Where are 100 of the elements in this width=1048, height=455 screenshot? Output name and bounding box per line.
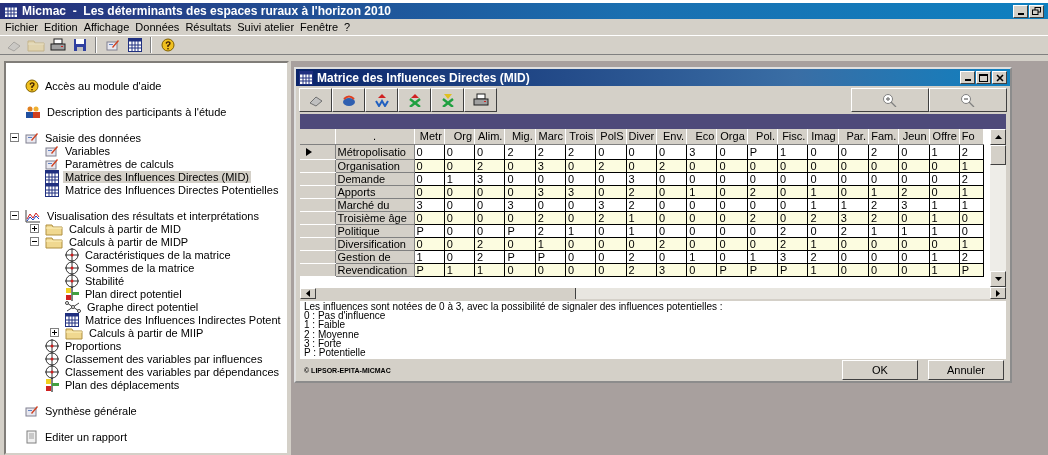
minimize-icon xyxy=(1017,12,1024,15)
tree-item[interactable]: Paramètres de calculs xyxy=(63,157,176,170)
tree-item[interactable]: Stabilité xyxy=(83,274,127,287)
data-sheet-icon xyxy=(105,38,120,52)
tree-item[interactable]: Calculs à partir de MID xyxy=(67,222,183,235)
menu-item[interactable]: Edition xyxy=(41,21,81,33)
plus-icon xyxy=(51,329,58,336)
legend-text: 3 : Forte xyxy=(304,338,342,348)
collapse-box[interactable] xyxy=(30,237,39,246)
printer-tool-button[interactable] xyxy=(48,36,67,54)
plan-icon xyxy=(45,377,59,392)
help-icon xyxy=(25,78,39,93)
arrows-button[interactable] xyxy=(365,88,398,112)
data-sheet-icon xyxy=(45,156,59,171)
column-header: Mig. xyxy=(504,129,536,144)
tree-item[interactable]: Plan direct potentiel xyxy=(83,287,184,300)
restore-button[interactable] xyxy=(1029,4,1044,18)
help-tool-button[interactable] xyxy=(158,36,177,54)
target-icon xyxy=(65,273,79,288)
cross-up-button[interactable] xyxy=(398,88,431,112)
menu-item[interactable]: Suivi atelier xyxy=(234,21,298,33)
document-icon xyxy=(25,429,39,444)
tree-item[interactable]: Editer un rapport xyxy=(43,430,129,443)
scrollbar-thumb[interactable] xyxy=(316,288,576,299)
tree-item[interactable]: Proportions xyxy=(63,339,124,352)
menu-item[interactable]: Fenêtre xyxy=(297,21,341,33)
maximize-button[interactable] xyxy=(976,71,991,84)
folder-icon xyxy=(65,325,83,340)
menu-item[interactable]: Résultats xyxy=(182,21,235,33)
right-arrow-icon xyxy=(996,289,1000,297)
data-sheet-icon xyxy=(25,130,39,145)
table-icon xyxy=(45,182,59,197)
tree-item[interactable]: Calculs à partir de MIDP xyxy=(67,235,191,248)
window-title: Micmac - Les déterminants des espaces ruraux à l'horizon 2010 xyxy=(22,4,391,18)
ok-button[interactable]: OK xyxy=(842,360,918,380)
folder-icon xyxy=(45,234,63,249)
network-icon xyxy=(65,299,81,314)
scroll-up-button[interactable] xyxy=(990,129,1006,145)
scroll-down-button[interactable] xyxy=(990,271,1006,287)
print-button[interactable] xyxy=(464,88,497,112)
tree-item[interactable]: Sommes de la matrice xyxy=(83,261,197,274)
minus-icon xyxy=(11,134,18,141)
scroll-right-button[interactable] xyxy=(990,287,1006,299)
paint-bucket-icon xyxy=(340,93,357,107)
cancel-button[interactable]: Annuler xyxy=(928,360,1004,380)
tree-item[interactable]: Synthèse générale xyxy=(43,404,139,417)
tree-item[interactable]: Calculs à partir de MIIP xyxy=(87,326,206,339)
zoom-in-button[interactable] xyxy=(851,88,929,112)
legend-text: P : Potentielle xyxy=(304,348,367,358)
tree-item[interactable]: Matrice des Influences Indirectes Potent xyxy=(83,313,283,326)
close-button[interactable] xyxy=(992,71,1007,84)
minus-icon xyxy=(31,238,38,245)
down-arrow-icon xyxy=(994,277,1002,281)
table-icon xyxy=(45,169,59,184)
scroll-left-button[interactable] xyxy=(300,288,316,299)
left-arrow-icon xyxy=(306,290,310,297)
eraser-button[interactable] xyxy=(299,88,332,112)
target-icon xyxy=(65,260,79,275)
tree-item[interactable]: Caractéristiques de la matrice xyxy=(83,248,233,261)
tree-item[interactable]: Variables xyxy=(63,144,113,157)
menu-item[interactable]: ? xyxy=(341,21,354,33)
column-header: Fam. xyxy=(868,129,899,144)
tree-item[interactable]: Accès au module d'aide xyxy=(43,79,164,92)
minimize-button[interactable] xyxy=(1013,4,1028,18)
column-header: Par. xyxy=(838,129,869,144)
tree-item[interactable]: Matrice des Influences Directes Potentielles xyxy=(63,183,281,196)
minimize-button[interactable] xyxy=(960,71,975,84)
tree-item[interactable]: Description des participants à l'étude xyxy=(45,105,229,118)
expand-box[interactable] xyxy=(50,328,59,337)
current-row-icon xyxy=(306,147,312,156)
zoom-out-button[interactable] xyxy=(929,88,1007,112)
tree-item[interactable]: Classement des variables par influences xyxy=(63,352,265,365)
tree-item[interactable]: Matrice des Influences Directes (MID) xyxy=(63,170,251,183)
column-header: Jeun xyxy=(898,129,930,144)
collapse-box[interactable] xyxy=(10,133,19,142)
tree-item[interactable]: Classement des variables par dépendances xyxy=(63,365,282,378)
tree-item[interactable]: Saisie des données xyxy=(43,131,143,144)
column-header: Trois xyxy=(565,129,596,144)
menu-item[interactable]: Données xyxy=(132,21,183,33)
tree-item[interactable]: Visualisation des résultats et interprétations xyxy=(45,209,261,222)
legend-text: 1 : Faible xyxy=(304,320,346,330)
table-icon xyxy=(65,312,79,327)
collapse-box[interactable] xyxy=(10,211,19,220)
column-header: Diver xyxy=(626,129,657,144)
target-icon xyxy=(65,247,79,262)
paint-bucket-button[interactable] xyxy=(332,88,365,112)
folder-icon xyxy=(26,38,45,52)
menu-item[interactable]: Fichier xyxy=(2,21,41,33)
child-window-title: Matrice des Influences Directes (MID) xyxy=(317,70,530,85)
column-header: Orga xyxy=(717,129,748,144)
tree-item[interactable]: Graphe direct potentiel xyxy=(85,300,201,313)
matrix-tool-button[interactable] xyxy=(125,36,144,54)
tree-item[interactable]: Plan des déplacements xyxy=(63,378,182,391)
legend-text: 0 : Pas d'influence xyxy=(304,311,387,321)
plus-icon xyxy=(31,225,38,232)
menu-item[interactable]: Affichage xyxy=(80,21,133,33)
maximize-icon xyxy=(979,73,988,82)
cross-down-button[interactable] xyxy=(431,88,464,112)
expand-box[interactable] xyxy=(30,224,39,233)
printer-icon xyxy=(49,38,66,52)
